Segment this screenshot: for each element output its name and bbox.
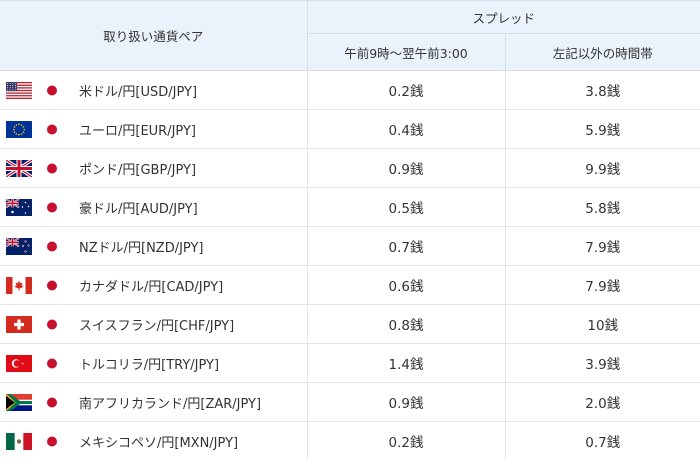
table-row: トルコリラ/円[TRY/JPY] 1.4銭3.9銭 — [0, 344, 700, 383]
pair-label: ポンド/円[GBP/JPY] — [79, 159, 196, 178]
jp-flag-icon — [39, 121, 65, 138]
jp-flag-icon — [39, 433, 65, 450]
jp-flag-icon — [39, 316, 65, 333]
table-row: スイスフラン/円[CHF/JPY] 0.8銭10銭 — [0, 305, 700, 344]
spread-value-daytime: 0.5銭 — [307, 188, 505, 227]
table-row: NZドル/円[NZD/JPY] 0.7銭7.9銭 — [0, 227, 700, 266]
spread-value-daytime: 0.2銭 — [307, 422, 505, 460]
spread-value-other: 2.0銭 — [505, 383, 700, 422]
spread-value-daytime: 1.4銭 — [307, 344, 505, 383]
pair-column-header: 取り扱い通貨ペア — [0, 1, 307, 71]
table-row: 米ドル/円[USD/JPY] 0.2銭3.8銭 — [0, 71, 700, 110]
table-row: カナダドル/円[CAD/JPY] 0.6銭7.9銭 — [0, 266, 700, 305]
jp-flag-icon — [39, 82, 65, 99]
pair-cell: 南アフリカランド/円[ZAR/JPY] — [0, 383, 307, 422]
pair-cell: スイスフラン/円[CHF/JPY] — [0, 305, 307, 344]
spread-value-other: 0.7銭 — [505, 422, 700, 460]
pair-cell: 豪ドル/円[AUD/JPY] — [0, 188, 307, 227]
spread-value-other: 10銭 — [505, 305, 700, 344]
pair-label: スイスフラン/円[CHF/JPY] — [79, 315, 234, 334]
spread-value-daytime: 0.7銭 — [307, 227, 505, 266]
pair-label: カナダドル/円[CAD/JPY] — [79, 276, 223, 295]
mx-flag-icon — [6, 433, 32, 450]
spread-value-daytime: 0.9銭 — [307, 383, 505, 422]
za-flag-icon — [6, 394, 32, 411]
pair-label: メキシコペソ/円[MXN/JPY] — [79, 432, 238, 451]
uk-flag-icon — [6, 160, 32, 177]
spread-value-daytime: 0.4銭 — [307, 110, 505, 149]
tr-flag-icon — [6, 355, 32, 372]
nz-flag-icon — [6, 238, 32, 255]
time-b-column-header: 左記以外の時間帯 — [505, 34, 700, 71]
spread-value-other: 3.9銭 — [505, 344, 700, 383]
pair-label: ユーロ/円[EUR/JPY] — [79, 120, 196, 139]
pair-cell: ポンド/円[GBP/JPY] — [0, 149, 307, 188]
pair-cell: 米ドル/円[USD/JPY] — [0, 71, 307, 110]
pair-cell: メキシコペソ/円[MXN/JPY] — [0, 422, 307, 460]
pair-cell: カナダドル/円[CAD/JPY] — [0, 266, 307, 305]
us-flag-icon — [6, 82, 32, 99]
pair-label: トルコリラ/円[TRY/JPY] — [79, 354, 219, 373]
spread-value-other: 5.9銭 — [505, 110, 700, 149]
spread-value-other: 7.9銭 — [505, 227, 700, 266]
spread-value-other: 7.9銭 — [505, 266, 700, 305]
ch-flag-icon — [6, 316, 32, 333]
table-row: ポンド/円[GBP/JPY] 0.9銭9.9銭 — [0, 149, 700, 188]
spread-value-other: 9.9銭 — [505, 149, 700, 188]
pair-cell: NZドル/円[NZD/JPY] — [0, 227, 307, 266]
jp-flag-icon — [39, 199, 65, 216]
spread-value-other: 5.8銭 — [505, 188, 700, 227]
table-row: 南アフリカランド/円[ZAR/JPY] 0.9銭2.0銭 — [0, 383, 700, 422]
pair-label: NZドル/円[NZD/JPY] — [79, 237, 204, 256]
pair-label: 豪ドル/円[AUD/JPY] — [79, 198, 198, 217]
pair-label: 南アフリカランド/円[ZAR/JPY] — [79, 393, 261, 412]
table-row: ユーロ/円[EUR/JPY] 0.4銭5.9銭 — [0, 110, 700, 149]
jp-flag-icon — [39, 238, 65, 255]
spread-value-daytime: 0.6銭 — [307, 266, 505, 305]
spread-value-daytime: 0.2銭 — [307, 71, 505, 110]
au-flag-icon — [6, 199, 32, 216]
table-row: 豪ドル/円[AUD/JPY] 0.5銭5.8銭 — [0, 188, 700, 227]
jp-flag-icon — [39, 277, 65, 294]
spread-value-other: 3.8銭 — [505, 71, 700, 110]
jp-flag-icon — [39, 355, 65, 372]
jp-flag-icon — [39, 394, 65, 411]
eu-flag-icon — [6, 121, 32, 138]
pair-label: 米ドル/円[USD/JPY] — [79, 81, 197, 100]
pair-cell: トルコリラ/円[TRY/JPY] — [0, 344, 307, 383]
spread-value-daytime: 0.9銭 — [307, 149, 505, 188]
spread-column-header: スプレッド — [307, 1, 700, 34]
table-row: メキシコペソ/円[MXN/JPY] 0.2銭0.7銭 — [0, 422, 700, 460]
ca-flag-icon — [6, 277, 32, 294]
time-a-column-header: 午前9時〜翌午前3:00 — [307, 34, 505, 71]
spread-table: 取り扱い通貨ペア スプレッド 午前9時〜翌午前3:00 左記以外の時間帯 米ドル… — [0, 0, 700, 460]
spread-value-daytime: 0.8銭 — [307, 305, 505, 344]
pair-cell: ユーロ/円[EUR/JPY] — [0, 110, 307, 149]
jp-flag-icon — [39, 160, 65, 177]
